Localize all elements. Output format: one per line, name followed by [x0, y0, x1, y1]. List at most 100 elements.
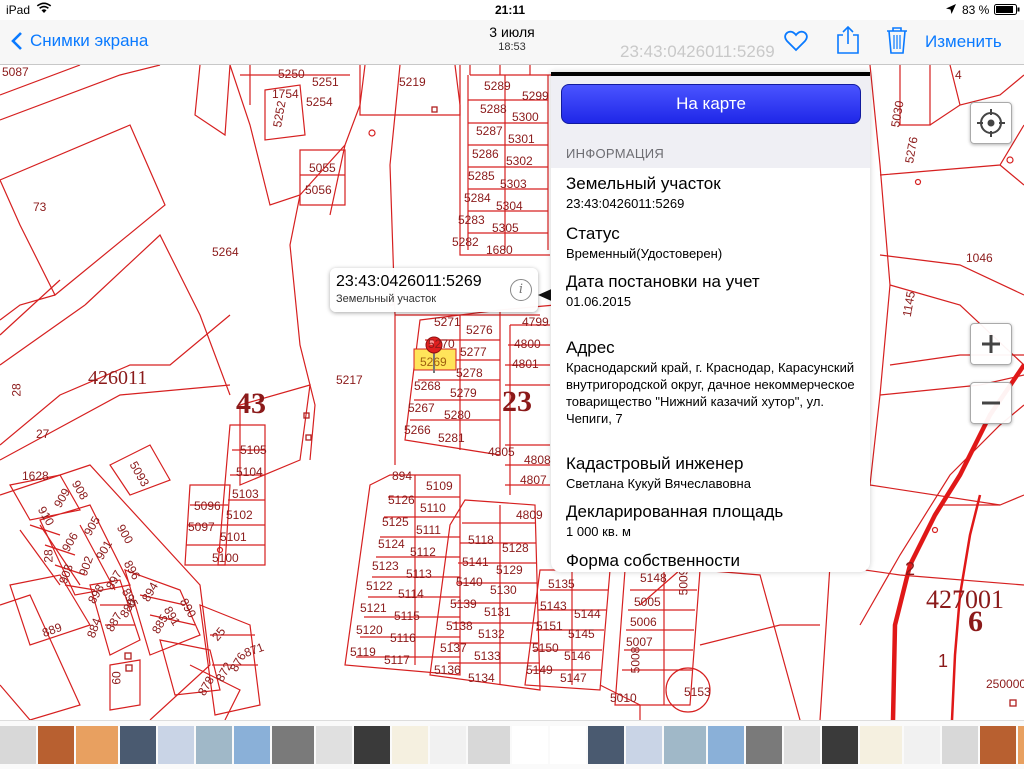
- field-value[interactable]: Временный(Удостоверен): [566, 245, 861, 262]
- map-label: 894: [392, 469, 413, 483]
- map-label: 5140: [456, 575, 483, 589]
- nav-title: 3 июля 18:53: [412, 24, 612, 53]
- map-label: 5129: [496, 563, 523, 577]
- map-label: 5136: [434, 663, 461, 677]
- photo-thumbnail[interactable]: [196, 726, 232, 764]
- map-label: 5264: [212, 245, 239, 259]
- navigation-bar: Снимки экрана 3 июля 18:53 23:43:0426011…: [0, 20, 1024, 65]
- section-header: ИНФОРМАЦИЯ: [566, 146, 665, 161]
- map-label: 5269: [420, 355, 447, 369]
- field-value[interactable]: 23:43:0426011:5269: [566, 195, 861, 212]
- field-label: Дата постановки на учет: [566, 272, 760, 291]
- nav-date: 3 июля: [489, 24, 535, 40]
- photo-thumbnail[interactable]: [468, 726, 510, 764]
- map-label: 73: [33, 200, 47, 214]
- map-label: 4800: [514, 337, 541, 351]
- locate-button[interactable]: [970, 102, 1012, 144]
- field-value[interactable]: Светлана Кукуй Вячеславовна: [566, 475, 861, 492]
- map-label: 5087: [2, 65, 29, 79]
- edit-button[interactable]: Изменить: [925, 32, 1002, 52]
- zoom-out-icon: [982, 401, 1000, 405]
- photo-thumbnail[interactable]: [158, 726, 194, 764]
- photo-thumbnail[interactable]: [664, 726, 706, 764]
- photo-thumbnail[interactable]: [1018, 726, 1024, 764]
- map-label: 5143: [540, 599, 567, 613]
- map-label: 5304: [496, 199, 523, 213]
- photo-thumbnail[interactable]: [822, 726, 858, 764]
- back-button[interactable]: Снимки экрана: [10, 31, 148, 51]
- photo-thumbnail[interactable]: [120, 726, 156, 764]
- zoom-in-icon: [982, 335, 1000, 353]
- zoom-in-button[interactable]: [970, 323, 1012, 365]
- heart-icon[interactable]: [783, 28, 809, 54]
- info-icon[interactable]: i: [510, 279, 532, 301]
- map-label: 5101: [220, 530, 247, 544]
- photo-thumbnail[interactable]: [980, 726, 1016, 764]
- parcel-callout[interactable]: 23:43:0426011:5269 Земельный участок i: [330, 268, 538, 312]
- thumbnail-strip[interactable]: [0, 720, 1024, 769]
- photo-thumbnail[interactable]: [942, 726, 978, 764]
- back-label: Снимки экрана: [30, 31, 149, 50]
- map-label: 5219: [399, 75, 426, 89]
- map-label: 5112: [410, 545, 436, 559]
- photo-thumbnail[interactable]: [38, 726, 74, 764]
- share-icon[interactable]: [835, 25, 861, 54]
- field-label: Декларированная площадь: [566, 502, 784, 521]
- map-label: 5009: [676, 568, 691, 596]
- field-label: Адрес: [566, 338, 615, 357]
- map-label: 5010: [610, 691, 637, 705]
- photo-thumbnail[interactable]: [234, 726, 270, 764]
- field-value[interactable]: 01.06.2015: [566, 293, 861, 310]
- show-on-map-button[interactable]: На карте: [561, 84, 861, 124]
- panel-top-bar: [551, 72, 870, 76]
- field-value[interactable]: 1 000 кв. м: [566, 523, 861, 540]
- photo-thumbnail[interactable]: [588, 726, 624, 764]
- map-label: 5299: [522, 89, 549, 103]
- photo-thumbnail[interactable]: [354, 726, 390, 764]
- photo-thumbnail[interactable]: [708, 726, 744, 764]
- map-label: 5104: [236, 465, 263, 479]
- map-label: 5284: [464, 191, 491, 205]
- map-label: 1046: [966, 251, 993, 265]
- photo-thumbnail[interactable]: [272, 726, 314, 764]
- map-label: 5109: [426, 479, 453, 493]
- zoom-out-button[interactable]: [970, 382, 1012, 424]
- map-label: 5121: [360, 601, 387, 615]
- photo-thumbnail[interactable]: [626, 726, 662, 764]
- cadastral-map[interactable]: 5087 5250 5251 1754 5254 5252 5219 4 505…: [0, 65, 1024, 720]
- photo-thumbnail[interactable]: [512, 726, 548, 764]
- photo-thumbnail[interactable]: [860, 726, 902, 764]
- field-value[interactable]: Краснодарский край, г. Краснодар, Карасу…: [566, 359, 861, 427]
- status-bar: iPad 21:11 83 %: [0, 0, 1024, 20]
- callout-subtitle: Земельный участок: [336, 293, 437, 305]
- trash-icon[interactable]: [884, 26, 910, 54]
- map-label: 5100: [212, 551, 239, 565]
- info-panel: На карте ИНФОРМАЦИЯ Земельный участок 23…: [551, 72, 870, 572]
- map-label: 5144: [574, 607, 601, 621]
- map-label: 5097: [188, 520, 215, 534]
- map-label: 6: [968, 605, 983, 638]
- photo-thumbnail[interactable]: [392, 726, 428, 764]
- battery-percent: 83 %: [962, 3, 990, 17]
- clock: 21:11: [495, 3, 526, 17]
- map-label: 5217: [336, 373, 363, 387]
- map-label: 5305: [492, 221, 519, 235]
- photo-thumbnail[interactable]: [76, 726, 118, 764]
- photo-thumbnail[interactable]: [784, 726, 820, 764]
- map-label: 5147: [560, 671, 587, 685]
- map-label: 5055: [309, 161, 336, 175]
- map-label: 4808: [524, 453, 551, 467]
- map-label: 5138: [446, 619, 473, 633]
- map-label: 5287: [476, 124, 503, 138]
- photo-thumbnail[interactable]: [430, 726, 466, 764]
- photo-thumbnail[interactable]: [746, 726, 782, 764]
- photo-thumbnail[interactable]: [0, 726, 36, 764]
- photo-thumbnail[interactable]: [904, 726, 940, 764]
- location-arrow-icon: [946, 3, 956, 17]
- field-label: Форма собственности: [566, 551, 740, 570]
- faded-parcel-number: 23:43:0426011:5269: [620, 42, 775, 61]
- map-label: 5133: [474, 649, 501, 663]
- map-label: 5006: [630, 615, 657, 629]
- photo-thumbnail[interactable]: [316, 726, 352, 764]
- photo-thumbnail[interactable]: [550, 726, 586, 764]
